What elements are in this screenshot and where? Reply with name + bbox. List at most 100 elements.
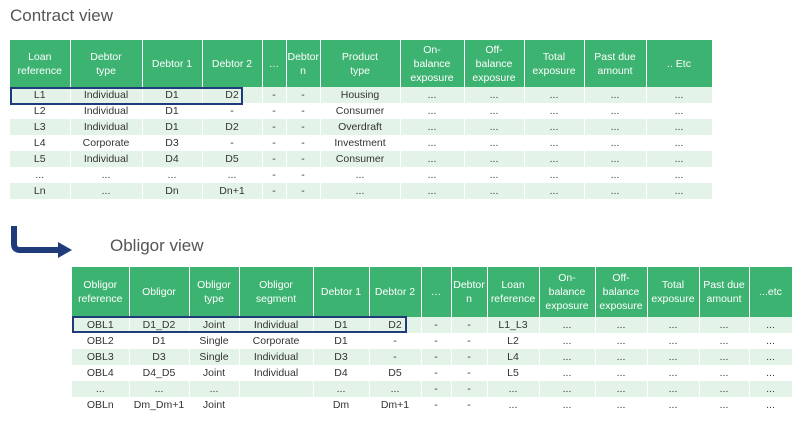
obligor-table-cell: - [451, 381, 488, 397]
contract-table-cell: ... [646, 103, 713, 119]
contract-table-cell: ... [464, 119, 525, 135]
obligor-table-cell: - [421, 365, 452, 381]
obligor-table-cell: ... [595, 365, 648, 381]
contract-table-cell: ... [584, 151, 647, 167]
obligor-table-cell: ... [539, 333, 596, 349]
obligor-table-cell: OBL2 [72, 333, 130, 349]
obligor-table-cell: D3 [129, 349, 190, 365]
contract-table-cell: Housing [320, 87, 401, 103]
obligor-header-cell: Obligor type [189, 267, 240, 317]
contract-table-cell: D1 [142, 119, 203, 135]
obligor-table-cell: D4_D5 [129, 365, 190, 381]
obligor-table-cell: Joint [189, 365, 240, 381]
obligor-table-cell: ... [539, 317, 596, 333]
contract-table-cell: Dn+1 [202, 183, 263, 199]
obligor-table-cell: Dm [313, 397, 370, 413]
contract-table-cell: ... [584, 183, 647, 199]
obligor-header-cell: On- balance exposure [539, 267, 596, 317]
contract-table-cell: - [286, 135, 321, 151]
contract-table-row: ............ - -.................. [10, 167, 713, 183]
contract-table-cell: ... [464, 151, 525, 167]
contract-table-cell: ... [646, 119, 713, 135]
obligor-table-cell: - [451, 349, 488, 365]
obligor-table-row: OBL2 D1 Single Corporate D1- - - L2............… [72, 333, 793, 349]
contract-table-cell: ... [142, 167, 203, 183]
contract-table-cell: ... [584, 87, 647, 103]
contract-header-cell: .. Etc [646, 40, 713, 87]
contract-table-cell: Ln [10, 183, 71, 199]
contract-table-cell: ... [464, 183, 525, 199]
obligor-header-cell: Past due amount [699, 267, 750, 317]
obligor-table-cell: OBLn [72, 397, 130, 413]
contract-header-cell: Past due amount [584, 40, 647, 87]
contract-table-row: L5 Individual D4 D5- - Consumer..............… [10, 151, 713, 167]
obligor-table-cell: ... [539, 381, 596, 397]
down-right-turn-arrow-icon [11, 226, 72, 258]
obligor-header-cell: Obligor reference [72, 267, 130, 317]
contract-table-cell: ... [320, 167, 401, 183]
obligor-table-cell: ... [647, 365, 700, 381]
contract-table-cell: L5 [10, 151, 71, 167]
obligor-header-cell: … [421, 267, 452, 317]
contract-table-cell: Dn [142, 183, 203, 199]
obligor-table-cell: D3 [313, 349, 370, 365]
contract-table-cell: Overdraft [320, 119, 401, 135]
obligor-table-cell: ... [129, 381, 190, 397]
obligor-table-cell: ... [539, 349, 596, 365]
contract-table-row: Ln... Dn Dn+1- -.................. [10, 183, 713, 199]
obligor-table-cell: - [421, 381, 452, 397]
obligor-table-cell: ... [749, 317, 793, 333]
contract-table-row: L4 Corporate D3- - - Investment..............… [10, 135, 713, 151]
contract-table-row: L2 Individual D1- - - Consumer............... [10, 103, 713, 119]
obligor-header-cell: Debtor n [451, 267, 488, 317]
obligor-table-cell: Joint [189, 397, 240, 413]
obligor-table-cell: D5 [369, 365, 422, 381]
obligor-table-cell: ... [369, 381, 422, 397]
contract-table-cell: - [262, 183, 287, 199]
obligor-table-cell: L1_L3 [487, 317, 540, 333]
contract-table-cell: Individual [70, 119, 143, 135]
contract-table-cell: - [286, 167, 321, 183]
contract-table-cell: - [286, 103, 321, 119]
contract-table-cell: - [286, 119, 321, 135]
obligor-table-cell: OBL4 [72, 365, 130, 381]
obligor-table-cell: ... [313, 381, 370, 397]
contract-table-cell: D4 [142, 151, 203, 167]
obligor-highlight-box [72, 316, 407, 333]
obligor-header-cell: ...etc [749, 267, 793, 317]
obligor-table-cell: ... [647, 381, 700, 397]
obligor-header-cell: Debtor 2 [369, 267, 422, 317]
contract-table-cell: ... [320, 183, 401, 199]
contract-table-cell: - [262, 103, 287, 119]
contract-table-cell: Individual [70, 151, 143, 167]
contract-table-cell: - [286, 87, 321, 103]
contract-table-cell: ... [70, 167, 143, 183]
obligor-table-cell: ... [72, 381, 130, 397]
contract-table-cell: Consumer [320, 151, 401, 167]
contract-table-cell: ... [400, 135, 465, 151]
contract-highlight-box [10, 87, 243, 105]
contract-table-cell: Individual [70, 103, 143, 119]
obligor-header-cell: Off- balance exposure [595, 267, 648, 317]
contract-view-title: Contract view [10, 6, 113, 25]
obligor-table-cell: D1 [313, 333, 370, 349]
obligor-table-cell: Single [189, 349, 240, 365]
contract-table-cell: ... [646, 183, 713, 199]
contract-table-cell: ... [584, 119, 647, 135]
obligor-table-cell: ... [595, 349, 648, 365]
contract-table-cell: ... [464, 135, 525, 151]
obligor-table-cell: ... [749, 365, 793, 381]
contract-table-cell: ... [584, 103, 647, 119]
obligor-table-cell: OBL3 [72, 349, 130, 365]
contract-table-cell: D1 [142, 103, 203, 119]
obligor-table-cell: Individual [239, 365, 314, 381]
contract-table-cell: ... [646, 151, 713, 167]
obligor-table-cell: ... [595, 317, 648, 333]
obligor-table-cell: ... [699, 333, 750, 349]
contract-table-cell: ... [646, 87, 713, 103]
contract-table-cell: ... [524, 151, 585, 167]
obligor-table-cell: ... [749, 381, 793, 397]
contract-table-cell: - [262, 167, 287, 183]
obligor-table-row: ............... - -.................. [72, 381, 793, 397]
obligor-table-cell: ... [595, 397, 648, 413]
